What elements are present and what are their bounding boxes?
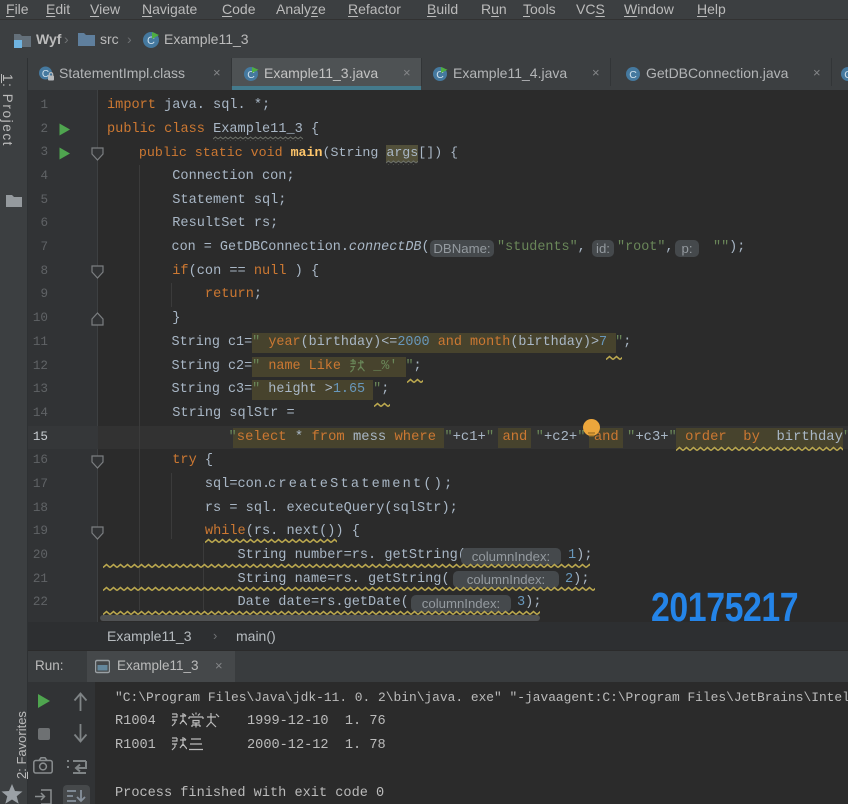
svg-text:C: C [629,69,637,81]
svg-text:C: C [844,69,848,81]
